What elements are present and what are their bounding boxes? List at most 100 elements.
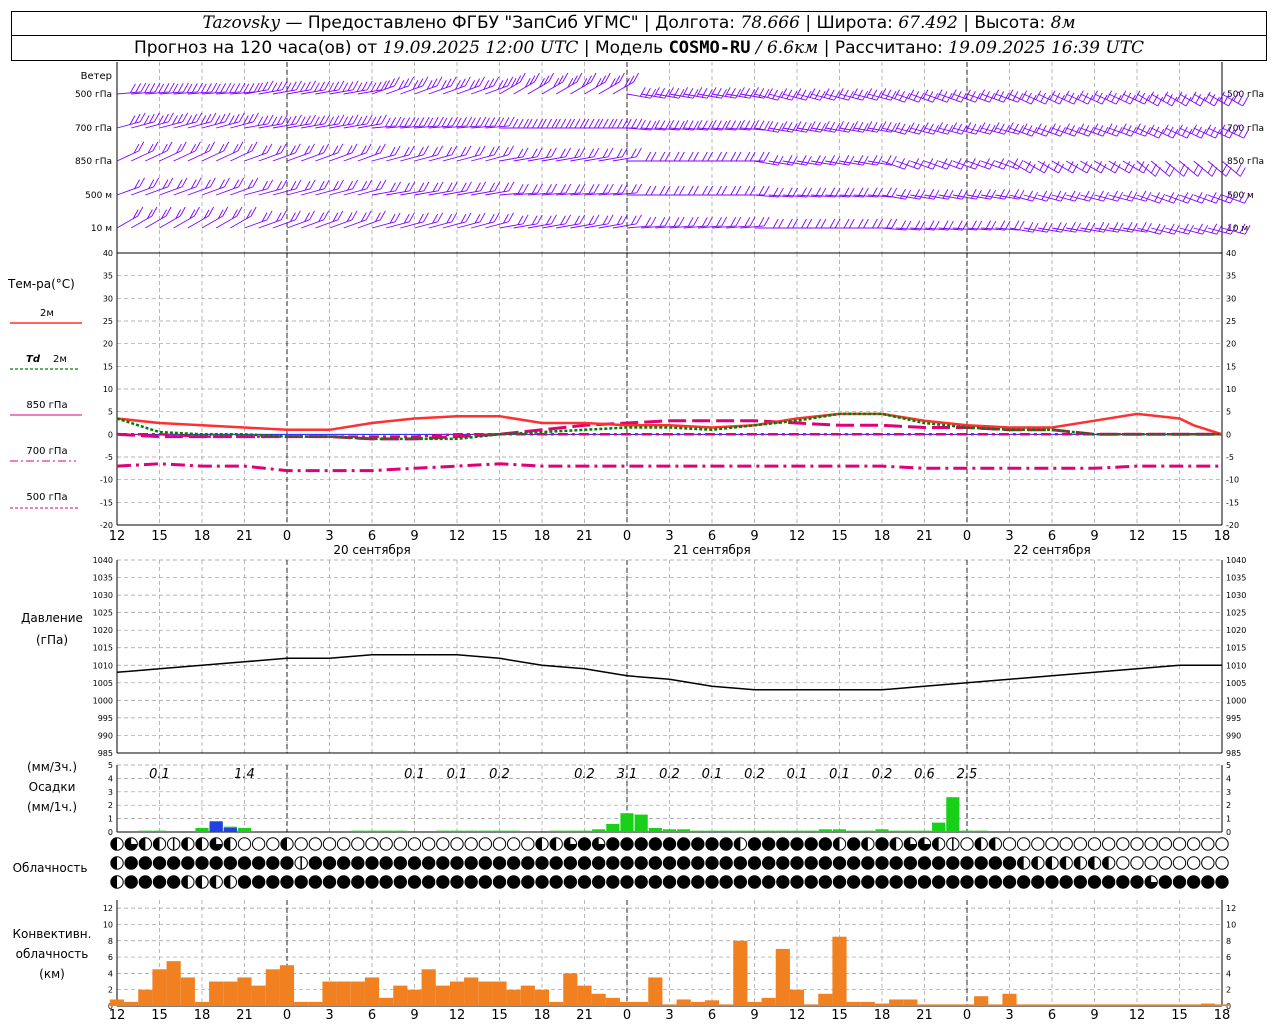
cloud-cover-symbol	[790, 856, 804, 870]
wind-barb-flag	[479, 76, 485, 87]
wind-barb-flag	[267, 114, 274, 125]
wind-barb-flag	[489, 117, 496, 127]
wind-barb-flag	[862, 90, 869, 101]
bottom-x-tick-label: 18	[194, 1008, 211, 1023]
cloud-cover-symbol	[478, 856, 493, 870]
temp-x-tick-label: 18	[194, 529, 211, 544]
wind-barb-flag	[522, 214, 529, 225]
cloud-cover-symbol	[662, 856, 677, 870]
cloud-symbol-outline	[1116, 856, 1130, 870]
wind-barb-flag	[763, 151, 770, 162]
wind-barb-flag	[195, 141, 201, 152]
wind-barb-flag	[479, 212, 486, 223]
convective-cloud-bar	[1030, 1004, 1045, 1006]
temp-x-tick-label: 21	[236, 529, 253, 544]
wind-barb-flag	[871, 89, 878, 100]
wind-barb-flag	[517, 184, 524, 194]
wind-barb-flag	[408, 145, 415, 156]
cloud-cover-symbol	[648, 837, 663, 851]
cloud-cover-symbol	[549, 875, 563, 889]
wind-barb-flag	[588, 184, 595, 194]
cloud-cover-symbol	[1016, 856, 1031, 870]
cloud-symbol-half	[224, 875, 231, 889]
cloud-symbol-outline	[407, 837, 422, 851]
cloud-symbol-half	[224, 837, 231, 851]
cloud-symbol-full	[549, 875, 563, 889]
wind-barb-flag	[180, 141, 187, 152]
temp-title: Тем-ра(°C)	[7, 277, 75, 291]
wind-barb-flag	[800, 89, 807, 100]
wind-barb-flag	[338, 179, 344, 190]
wind-title: Ветер	[81, 71, 112, 82]
wind-barb-flag	[299, 82, 306, 92]
wind-barb-flag	[493, 76, 500, 87]
cloud-symbol-full	[634, 856, 648, 870]
cloud-symbol-outline	[393, 837, 408, 851]
cloud-symbol-full	[1172, 875, 1187, 889]
cloud-cover-symbol	[705, 856, 719, 870]
wind-barb-flag	[517, 148, 524, 158]
convective-cloud-bar	[846, 1001, 861, 1006]
cloud-cover-symbol	[1073, 875, 1088, 889]
wind-barb-flag	[574, 148, 580, 158]
cloud-symbol-full	[606, 856, 620, 870]
cloud-symbol-full	[676, 875, 691, 889]
precip-liquid-bar	[946, 797, 960, 832]
precip-3h-total: 0.2	[744, 767, 765, 782]
cloud-cover-symbol	[308, 856, 323, 870]
wind-barb-flag	[266, 210, 273, 221]
bottom-x-tick-label: 9	[750, 1008, 758, 1023]
prec-tick-right: 3	[1226, 788, 1231, 797]
pres-tick-right: 985	[1226, 749, 1241, 758]
wind-barb-flag	[267, 179, 274, 190]
wind-barb-flag	[565, 147, 572, 158]
wind-barb-flag	[1204, 91, 1211, 101]
wind-barb-flag	[494, 181, 501, 192]
wind-barb-flag	[576, 72, 583, 83]
wind-barb-flag	[735, 151, 742, 162]
wind-barb-flag	[183, 82, 189, 93]
cloud-symbol-full	[705, 837, 719, 851]
wind-barb-flag	[262, 115, 269, 125]
wind-barb-flag	[885, 89, 892, 100]
bottom-x-tick-label: 3	[325, 1008, 333, 1023]
wind-barb-flag	[758, 151, 765, 162]
cloud-cover-symbol	[903, 875, 918, 889]
wind-barb-flag	[630, 215, 637, 225]
wind-barb-flag	[394, 212, 401, 223]
cloud-symbol-outline	[1045, 837, 1059, 851]
wind-barb-flag	[129, 83, 136, 94]
wind-barb-flag	[1032, 191, 1039, 202]
cloud-cover-symbol	[535, 837, 549, 851]
wind-barb-flag	[701, 217, 708, 227]
wind-barb-flag	[636, 183, 643, 194]
temp-x-tick-label: 6	[368, 529, 376, 544]
precip-liquid-bar	[662, 829, 677, 832]
wind-barb-flag	[574, 118, 581, 129]
cloud-cover-symbol	[733, 837, 748, 851]
cloud-symbol-outline	[506, 837, 521, 851]
cloud-cover-symbol	[322, 837, 337, 851]
prec-tick-right: 1	[1226, 815, 1231, 824]
cloud-cover-symbol	[152, 875, 167, 889]
cloud-symbol-full	[421, 856, 436, 870]
cloud-symbol-full	[365, 856, 379, 870]
pres-tick-left: 1000	[93, 696, 113, 705]
precip-liquid-bar	[464, 830, 478, 832]
wind-barb-flag	[809, 88, 816, 98]
cloud-symbol-full	[719, 875, 733, 889]
wind-barb-flag	[801, 218, 807, 229]
precip-liquid-bar	[450, 830, 464, 832]
cloud-cover-symbol	[506, 875, 521, 889]
wind-barb-staff	[159, 121, 183, 129]
convective-cloud-bar	[747, 1001, 762, 1006]
wind-barb-flag	[607, 147, 614, 158]
cloud-symbol-outline	[294, 837, 308, 851]
wind-barb-flag	[195, 177, 202, 188]
conv-tick-right: 4	[1226, 969, 1231, 978]
wind-barb-flag	[616, 118, 623, 129]
cloud-cover-symbol	[1031, 837, 1045, 851]
cloud-cover-symbol	[421, 856, 436, 870]
cloud-cover-symbol	[365, 856, 379, 870]
cloud-cover-symbol	[846, 837, 861, 851]
